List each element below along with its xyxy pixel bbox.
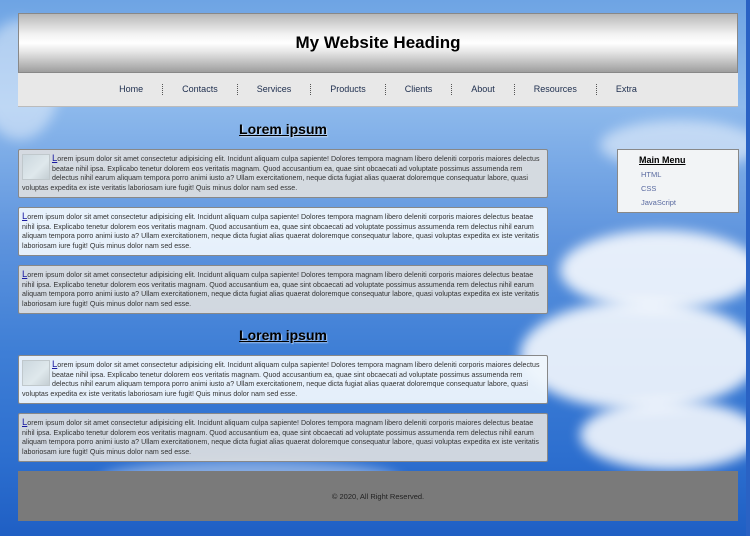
- site-heading: My Website Heading: [295, 33, 461, 52]
- nav-link-products[interactable]: Products: [311, 84, 386, 95]
- cloud-decoration: [560, 230, 750, 310]
- copyright-text: © 2020, All Right Reserved.: [331, 491, 425, 501]
- nav-link-about[interactable]: About: [452, 84, 515, 95]
- main-nav: Home Contacts Services Products Clients …: [18, 73, 738, 107]
- article-text: orem ipsum dolor sit amet consectetur ad…: [22, 361, 540, 398]
- article-box: Lorem ipsum dolor sit amet consectetur a…: [18, 265, 548, 314]
- nav-link-contacts[interactable]: Contacts: [163, 84, 238, 95]
- nav-link-clients[interactable]: Clients: [386, 84, 453, 95]
- article-thumbnail: [22, 360, 50, 386]
- site-header: My Website Heading: [18, 13, 738, 73]
- sidebar-link-css[interactable]: CSS: [641, 184, 738, 193]
- sidebar-link-html[interactable]: HTML: [641, 170, 738, 179]
- article-text: orem ipsum dolor sit amet consectetur ad…: [22, 271, 539, 308]
- nav-link-resources[interactable]: Resources: [515, 84, 597, 95]
- cloud-decoration: [580, 400, 750, 470]
- article-box: Lorem ipsum dolor sit amet consectetur a…: [18, 413, 548, 462]
- article-text: orem ipsum dolor sit amet consectetur ad…: [22, 419, 539, 456]
- sidebar-link-javascript[interactable]: JavaScript: [641, 198, 738, 207]
- cloud-decoration: [520, 300, 750, 410]
- section-title: Lorem ipsum: [239, 121, 327, 137]
- article-box: Lorem ipsum dolor sit amet consectetur a…: [18, 149, 548, 198]
- site-footer: © 2020, All Right Reserved.: [18, 471, 738, 521]
- section-title: Lorem ipsum: [239, 327, 327, 343]
- article-text: orem ipsum dolor sit amet consectetur ad…: [22, 155, 540, 192]
- article-box: Lorem ipsum dolor sit amet consectetur a…: [18, 355, 548, 404]
- window-edge: [746, 0, 750, 536]
- nav-link-extra[interactable]: Extra: [597, 84, 656, 95]
- article-box: Lorem ipsum dolor sit amet consectetur a…: [18, 207, 548, 256]
- sidebar-main-menu: Main Menu HTML CSS JavaScript: [617, 149, 739, 213]
- article-text: orem ipsum dolor sit amet consectetur ad…: [22, 213, 539, 250]
- sidebar-title: Main Menu: [639, 155, 686, 165]
- article-thumbnail: [22, 154, 50, 180]
- nav-link-home[interactable]: Home: [100, 84, 164, 95]
- nav-link-services[interactable]: Services: [238, 84, 312, 95]
